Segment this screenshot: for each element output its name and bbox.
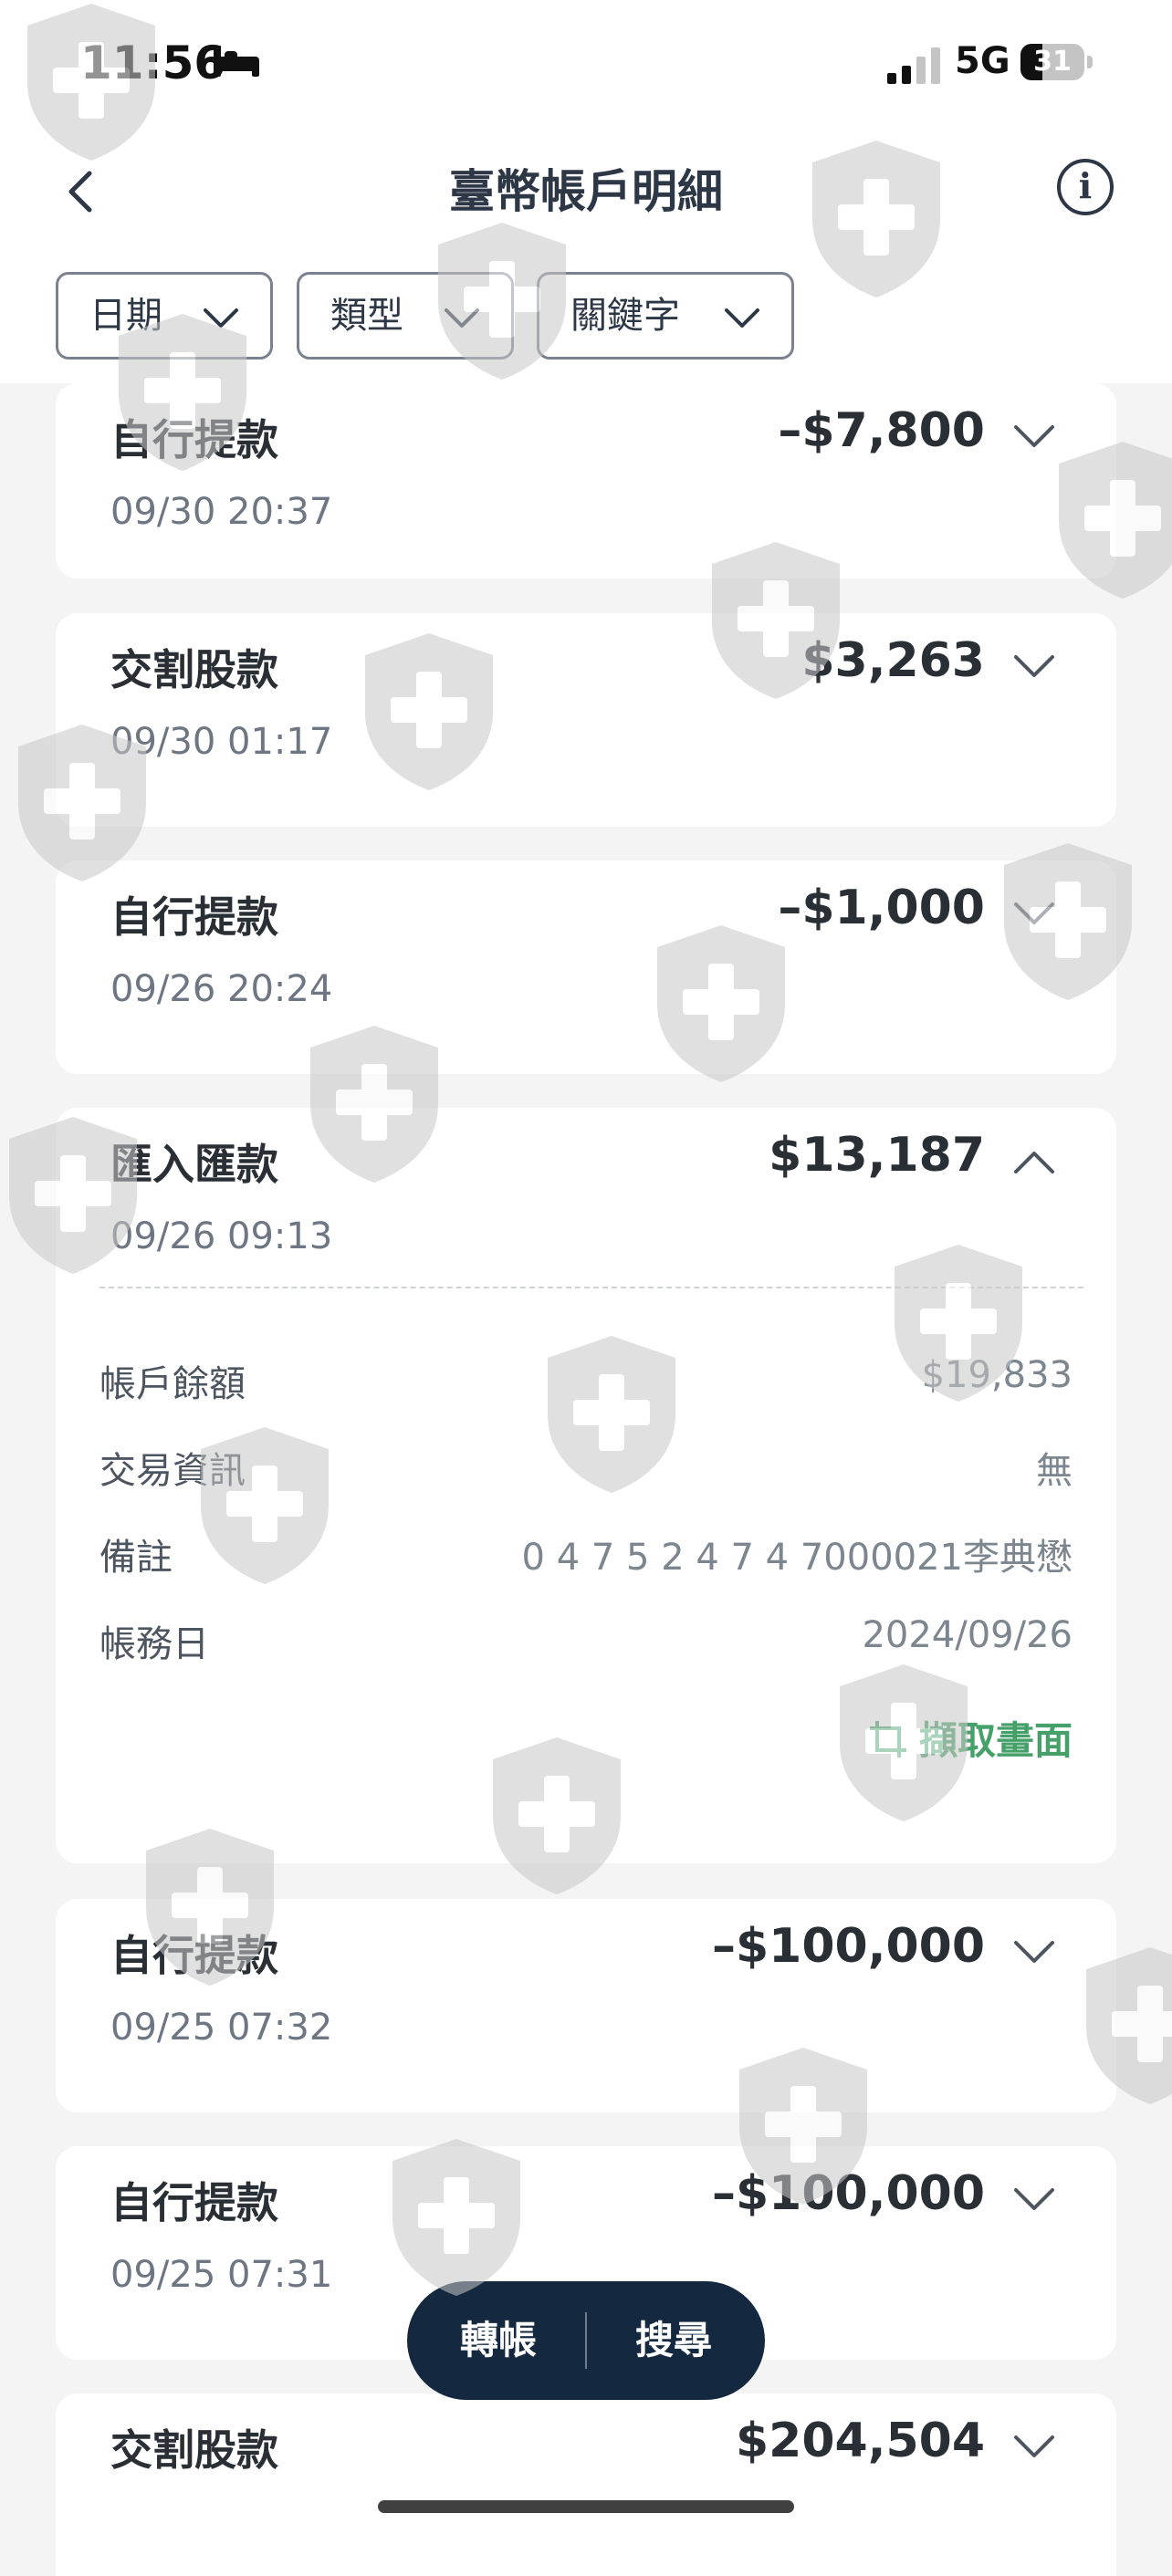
transaction-type: 自行提款 [110,415,278,464]
transaction-date: 09/30 20:37 [110,491,333,533]
transaction-amount: $204,504 [735,2414,985,2468]
transaction-type: 自行提款 [110,892,278,942]
filter-keyword[interactable]: 關鍵字 [537,272,794,360]
chevron-down-icon [725,308,759,328]
filter-type[interactable]: 類型 [297,272,514,360]
transaction-card[interactable]: 交割股款 $204,504 [56,2393,1116,2576]
chevron-down-icon[interactable] [1012,2186,1056,2214]
detail-label-balance: 帳戶餘額 [99,1363,246,1405]
transaction-card[interactable]: 交割股款 $3,263 09/30 01:17 [56,613,1116,827]
home-indicator [378,2500,794,2513]
crop-icon [869,1721,906,1757]
bed-icon [214,49,259,77]
page-title: 臺幣帳戶明細 [449,165,723,218]
detail-value-info: 無 [1036,1450,1073,1492]
capture-screen-label: 擷取畫面 [918,1718,1073,1763]
chevron-up-icon[interactable] [1012,1148,1056,1175]
info-icon[interactable]: i [1057,159,1114,215]
transfer-button[interactable]: 轉帳 [416,2281,581,2400]
detail-value-balance: $19,833 [921,1354,1073,1396]
status-time: 11:56 [80,37,226,89]
transaction-amount: $3,263 [801,633,985,688]
detail-label-note: 備註 [99,1537,173,1579]
transaction-type: 交割股款 [110,2425,278,2475]
detail-value-note: 0 4 7 5 2 4 7 4 7000021李典懋 [521,1537,1073,1579]
detail-value-posting-date: 2024/09/26 [862,1614,1073,1656]
transaction-amount: –$7,800 [778,403,985,458]
signal-icon [887,47,940,84]
chevron-down-icon [445,308,479,328]
transaction-date: 09/30 01:17 [110,721,333,763]
transaction-card[interactable]: 自行提款 –$100,000 09/25 07:32 [56,1899,1116,2112]
filter-type-label: 類型 [330,295,403,337]
chevron-down-icon [204,308,238,328]
transaction-card[interactable]: 自行提款 –$1,000 09/26 20:24 [56,860,1116,1074]
transaction-card[interactable]: 自行提款 –$7,800 09/30 20:37 [56,383,1116,579]
divider [99,1287,1083,1288]
transaction-date: 09/26 09:13 [110,1215,333,1257]
status-bar: 11:56 5G 31 [0,0,1172,128]
transaction-date: 09/25 07:32 [110,2007,333,2049]
detail-label-info: 交易資訊 [99,1450,246,1492]
filter-date[interactable]: 日期 [56,272,273,360]
transaction-amount: –$1,000 [778,881,985,935]
transaction-amount: –$100,000 [711,2166,985,2221]
chevron-down-icon[interactable] [1012,1939,1056,1966]
transaction-type: 自行提款 [110,1931,278,1980]
filter-date-label: 日期 [89,295,162,337]
battery-level: 31 [1033,46,1072,78]
filter-keyword-label: 關鍵字 [570,295,680,337]
chevron-down-icon[interactable] [1012,2434,1056,2461]
floating-action-bar: 轉帳 搜尋 [407,2281,765,2400]
transaction-card-expanded[interactable]: 匯入匯款 $13,187 09/26 09:13 帳戶餘額 $19,833 交易… [56,1108,1116,1863]
filter-bar: 日期 類型 關鍵字 [0,256,1172,383]
transaction-type: 匯入匯款 [110,1140,278,1189]
pill-divider [585,2312,587,2369]
transaction-date: 09/26 20:24 [110,968,333,1010]
battery-icon: 31 [1020,44,1094,82]
capture-screen-button[interactable]: 擷取畫面 [868,1710,1073,1766]
transaction-amount: $13,187 [769,1128,985,1183]
transaction-type: 自行提款 [110,2178,278,2227]
detail-label-posting-date: 帳務日 [99,1623,209,1665]
chevron-down-icon[interactable] [1012,423,1056,451]
chevron-down-icon[interactable] [1012,901,1056,928]
transaction-type: 交割股款 [110,645,278,694]
network-label: 5G [955,40,1010,82]
search-button[interactable]: 搜尋 [591,2281,756,2400]
transaction-amount: –$100,000 [711,1919,985,1974]
chevron-down-icon[interactable] [1012,653,1056,681]
transaction-date: 09/25 07:31 [110,2254,333,2296]
nav-bar: 臺幣帳戶明細 i [0,128,1172,256]
